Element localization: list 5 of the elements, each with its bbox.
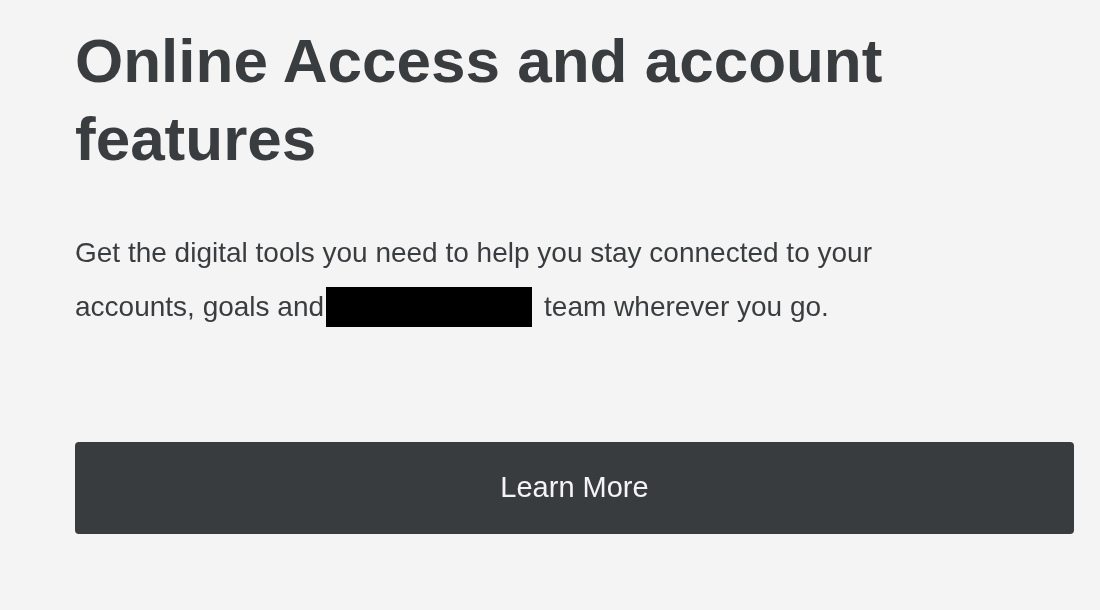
heading: Online Access and account features [75,25,884,175]
learn-more-button[interactable]: Learn More [75,442,1074,534]
description-text: Get the digital tools you need to help you stay connected to your [75,236,872,270]
description-text: team wherever you go. [544,290,829,324]
description-text: accounts, goals and [75,290,325,324]
